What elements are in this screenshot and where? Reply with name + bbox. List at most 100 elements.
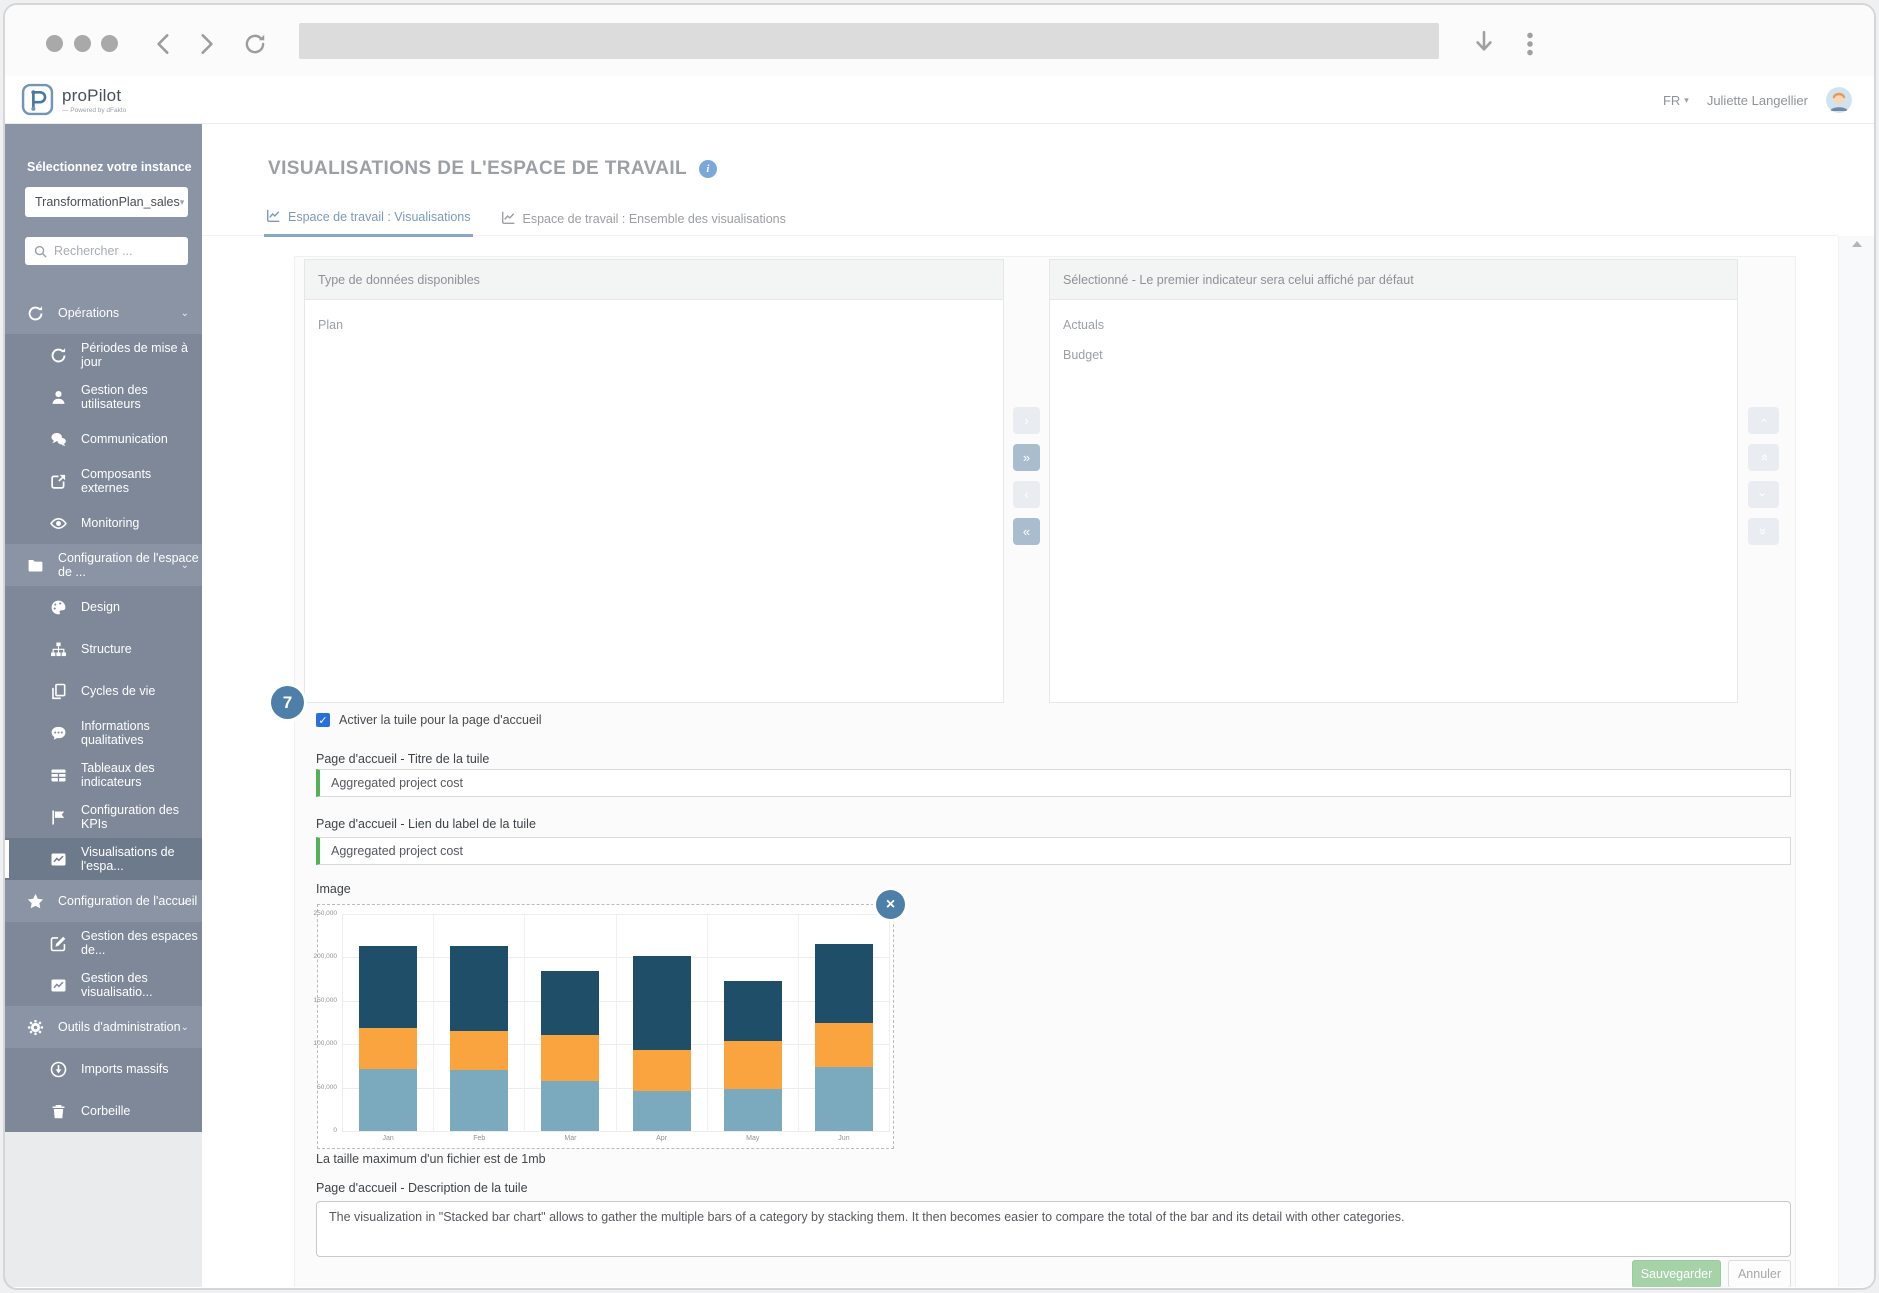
copy-icon: [50, 683, 67, 700]
chevron-down-icon: ▾: [179, 196, 185, 207]
tile-title-label: Page d'accueil - Titre de la tuile: [316, 752, 490, 766]
transfer-buttons: › » ‹ «: [1013, 407, 1040, 545]
bar-may: [723, 980, 782, 1131]
step-badge: 7: [271, 686, 304, 719]
eye-icon: [50, 515, 67, 532]
sidebar-item-informations-qualitatives[interactable]: Informations qualitatives: [5, 712, 202, 754]
gear-icon: [27, 1019, 44, 1036]
window-dot-3[interactable]: [101, 35, 118, 52]
folder-icon: [27, 557, 44, 574]
sidebar-item-p-riodes-de-mise-jour[interactable]: Périodes de mise à jour: [5, 334, 202, 376]
kebab-menu-icon[interactable]: [1517, 29, 1543, 59]
move-all-right-button[interactable]: »: [1013, 444, 1040, 471]
move-up-button[interactable]: ›: [1748, 407, 1779, 434]
bar-mar: [541, 970, 600, 1131]
move-all-left-button[interactable]: «: [1013, 518, 1040, 545]
chart-icon: [266, 208, 281, 226]
user-avatar[interactable]: [1826, 87, 1852, 113]
list-item-actuals[interactable]: Actuals: [1050, 310, 1737, 340]
sidebar-item-corbeille[interactable]: Corbeille: [5, 1090, 202, 1132]
propilot-logo-icon: [21, 83, 54, 116]
search-input[interactable]: [54, 244, 179, 258]
tile-description-label: Page d'accueil - Description de la tuile: [316, 1181, 528, 1195]
user-icon: [50, 389, 67, 406]
tile-title-input[interactable]: [316, 769, 1791, 797]
reorder-buttons: › » › »: [1748, 407, 1779, 545]
page-title: VISUALISATIONS DE L'ESPACE DE TRAVAIL i: [268, 158, 718, 180]
palette-icon: [50, 599, 67, 616]
stacked-bar-chart: Jan Feb Mar Apr May Jun: [342, 914, 891, 1142]
sidebar: Sélectionnez votre instance Transformati…: [5, 124, 202, 1287]
window-dot-1[interactable]: [46, 35, 63, 52]
tile-link-input[interactable]: [316, 837, 1791, 865]
user-name: Juliette Langellier: [1706, 92, 1808, 108]
sidebar-item-design[interactable]: Design: [5, 586, 202, 628]
enable-tile-checkbox[interactable]: ✓: [316, 713, 330, 727]
logo-subtext: — Powered by dFakto: [62, 106, 127, 114]
window-dot-2[interactable]: [74, 35, 91, 52]
sidebar-item-configuration-de-l-accueil[interactable]: Configuration de l'accueil ⌄: [5, 880, 202, 922]
sidebar-item-imports-massifs[interactable]: Imports massifs: [5, 1048, 202, 1090]
import-icon: [50, 1061, 67, 1078]
app-header: proPilot — Powered by dFakto FR ▾ Juliett…: [5, 76, 1874, 124]
download-icon[interactable]: [1471, 29, 1497, 59]
sidebar-item-tableaux-des-indicateurs[interactable]: Tableaux des indicateurs: [5, 754, 202, 796]
propilot-logo: proPilot — Powered by dFakto: [21, 83, 126, 116]
list-item-plan[interactable]: Plan: [305, 310, 1003, 340]
refresh-icon: [50, 347, 67, 364]
remove-image-button[interactable]: ×: [876, 890, 905, 919]
available-listbox: Type de données disponibles Plan: [304, 259, 1004, 703]
chart-icon: [501, 210, 516, 228]
list-item-budget[interactable]: Budget: [1050, 340, 1737, 370]
forward-icon[interactable]: [193, 31, 219, 57]
table-icon: [50, 767, 67, 784]
chart-icon: [50, 851, 67, 868]
bar-feb: [450, 946, 509, 1131]
sidebar-item-communication[interactable]: Communication: [5, 418, 202, 460]
address-bar[interactable]: [299, 23, 1439, 59]
sidebar-item-gestion-des-visualisatio[interactable]: Gestion des visualisatio...: [5, 964, 202, 1006]
tile-description-textarea[interactable]: The visualization in "Stacked bar chart"…: [316, 1201, 1791, 1257]
star-icon: [27, 893, 44, 910]
bar-jan: [359, 946, 418, 1131]
bar-jun: [814, 944, 873, 1131]
move-right-button[interactable]: ›: [1013, 407, 1040, 434]
cancel-button[interactable]: Annuler: [1728, 1260, 1791, 1287]
sidebar-item-configuration-des-kpis[interactable]: Configuration des KPIs: [5, 796, 202, 838]
sidebar-item-outils-d-administration[interactable]: Outils d'administration ⌄: [5, 1006, 202, 1048]
move-bottom-button[interactable]: »: [1748, 518, 1779, 545]
tab-espace-de-travail-visualisations[interactable]: Espace de travail : Visualisations: [264, 208, 473, 237]
enable-tile-row: ✓ Activer la tuile pour la page d'accuei…: [316, 713, 542, 727]
refresh-icon: [27, 305, 44, 322]
sidebar-item-op-rations[interactable]: Opérations ⌄: [5, 292, 202, 334]
refresh-icon[interactable]: [242, 31, 268, 57]
sidebar-item-visualisations-de-l-espa[interactable]: Visualisations de l'espa...: [5, 838, 202, 880]
tab-espace-de-travail-ensemble-des-visualisations[interactable]: Espace de travail : Ensemble des visuali…: [499, 208, 788, 237]
chevron-down-icon: ▾: [1684, 94, 1689, 105]
sidebar-item-structure[interactable]: Structure: [5, 628, 202, 670]
chevron-down-icon: ⌄: [180, 559, 189, 571]
move-down-button[interactable]: ›: [1748, 481, 1779, 508]
sidebar-footer: [5, 1132, 202, 1287]
sidebar-item-configuration-de-l-espace-de[interactable]: Configuration de l'espace de ... ⌄: [5, 544, 202, 586]
save-button[interactable]: Sauvegarder: [1632, 1260, 1721, 1287]
sidebar-item-gestion-des-utilisateurs[interactable]: Gestion des utilisateurs: [5, 376, 202, 418]
move-left-button[interactable]: ‹: [1013, 481, 1040, 508]
sidebar-item-gestion-des-espaces-de[interactable]: Gestion des espaces de...: [5, 922, 202, 964]
move-top-button[interactable]: »: [1748, 444, 1779, 471]
instance-select[interactable]: TransformationPlan_sales ▾: [25, 187, 188, 217]
tile-link-label: Page d'accueil - Lien du label de la tui…: [316, 817, 536, 831]
sidebar-item-cycles-de-vie[interactable]: Cycles de vie: [5, 670, 202, 712]
language-selector[interactable]: FR ▾: [1663, 93, 1689, 108]
back-icon[interactable]: [151, 31, 177, 57]
tab-bar: Espace de travail : Visualisations Espace…: [264, 208, 788, 237]
sidebar-menu: Opérations ⌄ Périodes de mise à jour Gestio…: [5, 292, 202, 1132]
info-icon[interactable]: i: [699, 160, 718, 178]
scrollbar[interactable]: [1838, 236, 1874, 1287]
scroll-up-icon[interactable]: [1851, 241, 1862, 247]
main-content: VISUALISATIONS DE L'ESPACE DE TRAVAIL i …: [202, 124, 1874, 1287]
logo-text: proPilot: [62, 85, 122, 105]
sidebar-item-composants-externes[interactable]: Composants externes: [5, 460, 202, 502]
sidebar-item-monitoring[interactable]: Monitoring: [5, 502, 202, 544]
image-preview: 250,000 200,000 150,000 100,000 50,000 0 Jan F…: [314, 904, 894, 1149]
